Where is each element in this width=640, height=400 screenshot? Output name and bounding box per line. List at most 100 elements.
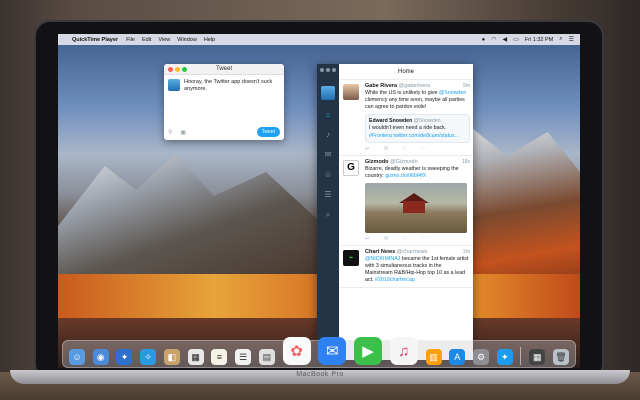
menu-help[interactable]: Help bbox=[204, 37, 215, 43]
window-controls bbox=[320, 68, 338, 72]
tweet-time: 9m bbox=[463, 83, 470, 89]
quoted-author: Edward Snowden @Snowden bbox=[369, 117, 441, 124]
calendar-icon[interactable]: ▦ bbox=[187, 349, 204, 365]
dock-separator bbox=[520, 347, 522, 365]
messages-icon[interactable]: ✉ bbox=[318, 337, 347, 365]
zoom-button[interactable] bbox=[332, 68, 336, 72]
reply-icon[interactable]: ↩ bbox=[365, 236, 370, 242]
minimize-button[interactable] bbox=[175, 66, 180, 72]
spotlight-icon[interactable]: ⌕ bbox=[559, 36, 562, 43]
tweet-avatar[interactable]: G bbox=[343, 160, 359, 177]
menu-app-name[interactable]: QuickTime Player bbox=[72, 37, 118, 43]
wifi-icon[interactable]: ◠ bbox=[491, 36, 496, 43]
tweet-text: Bizarre, deadly weather is sweeping the … bbox=[365, 166, 459, 180]
volume-icon[interactable]: ◀ bbox=[503, 36, 508, 43]
contacts-icon[interactable]: ◧ bbox=[163, 349, 180, 365]
menu-bar: QuickTime Player File Edit View Window H… bbox=[58, 34, 580, 45]
mention-link[interactable]: @NICKIMINAJ bbox=[365, 256, 400, 262]
like-icon[interactable]: ♡ bbox=[402, 146, 407, 152]
lists-icon[interactable]: ☰ bbox=[323, 190, 333, 200]
compose-footer: ⚲ ▣ Tweet bbox=[164, 127, 284, 137]
tweet-image[interactable] bbox=[365, 183, 467, 234]
quoted-link[interactable]: #Frontera twitter.com/de8cam/status... bbox=[369, 133, 466, 140]
location-icon[interactable]: ⚲ bbox=[168, 129, 172, 136]
messages-icon[interactable]: ✉ bbox=[323, 150, 333, 160]
account-avatar[interactable] bbox=[321, 86, 335, 100]
menu-file[interactable]: File bbox=[126, 37, 135, 43]
notifications-icon[interactable]: ♪ bbox=[323, 130, 333, 140]
tweet-time: 2m bbox=[463, 249, 470, 256]
tweet-item[interactable]: Gabe Rivera @gaberivera 9m While the US … bbox=[339, 80, 473, 157]
tweet-actions: ↩ ⟲ ♡ ⋯ bbox=[365, 236, 470, 242]
more-icon[interactable]: ⋯ bbox=[421, 236, 427, 242]
system-preferences-icon[interactable]: ⚙ bbox=[473, 349, 490, 365]
tweet-item[interactable]: ▪▪ Chart News @chartnews 2m @NICKIMINAJ … bbox=[339, 246, 473, 288]
trash-icon[interactable]: 🗑 bbox=[552, 349, 569, 365]
camera-icon[interactable]: ▣ bbox=[180, 129, 186, 136]
zoom-button[interactable] bbox=[182, 66, 187, 72]
photos-icon[interactable]: ✿ bbox=[282, 337, 311, 365]
wallpaper-mountain-left bbox=[58, 154, 318, 274]
tweet-author[interactable]: Gizmodo @Gizmodo bbox=[365, 159, 470, 165]
close-button[interactable] bbox=[320, 68, 324, 72]
battery-icon[interactable]: ▭ bbox=[513, 36, 519, 43]
menu-window[interactable]: Window bbox=[177, 37, 197, 43]
menu-clock[interactable]: Fri 1:32 PM bbox=[525, 37, 553, 43]
close-button[interactable] bbox=[168, 66, 173, 72]
photo-background: MacBook Pro QuickTime Player File Edit V… bbox=[0, 0, 640, 400]
laptop-model-label: MacBook Pro bbox=[296, 371, 344, 378]
menu-view[interactable]: View bbox=[158, 37, 170, 43]
retweet-icon[interactable]: ⟲ bbox=[384, 146, 389, 152]
tweet-time: 18s bbox=[461, 159, 470, 166]
retweet-icon[interactable]: ⟲ bbox=[384, 236, 389, 242]
tweet-actions: ↩ ⟲ ♡ ⋯ bbox=[365, 146, 470, 152]
compose-textarea[interactable]: Hooray, the Twitter app doesn't suck any… bbox=[184, 79, 272, 93]
hashtag-link[interactable]: #2019chartrecap bbox=[375, 277, 415, 283]
tweet-text: While the US is unlikely to give @Snowde… bbox=[365, 90, 467, 110]
twitter-main-window: ⌂ ♪ ✉ ☺ ☰ ⌕ ✎ Home Gabe Rivera @gaberive… bbox=[317, 64, 473, 360]
profile-icon[interactable]: ☺ bbox=[323, 170, 333, 180]
compose-titlebar[interactable]: Tweet bbox=[164, 64, 284, 75]
itunes-icon[interactable]: ♫ bbox=[389, 337, 418, 365]
menu-edit[interactable]: Edit bbox=[142, 37, 151, 43]
image-floodwater bbox=[365, 213, 467, 234]
home-icon[interactable]: ⌂ bbox=[323, 110, 333, 120]
tweet-compose-window: Tweet Hooray, the Twitter app doesn't su… bbox=[164, 64, 284, 140]
like-icon[interactable]: ♡ bbox=[402, 236, 407, 242]
facetime-icon[interactable]: ▶ bbox=[354, 337, 383, 365]
mention-link[interactable]: @Snowden bbox=[439, 90, 466, 96]
compose-avatar bbox=[168, 79, 180, 91]
menu-extras: ● ◠ ◀ ▭ Fri 1:32 PM ⌕ ☰ bbox=[482, 36, 574, 43]
notification-center-icon[interactable]: ☰ bbox=[569, 36, 574, 43]
url-link[interactable]: gizmo.do/iI6bf4fX bbox=[385, 173, 426, 179]
app-store-icon[interactable]: A bbox=[449, 349, 466, 365]
more-icon[interactable]: ⋯ bbox=[421, 146, 427, 152]
tweet-avatar[interactable] bbox=[343, 84, 359, 100]
home-timeline: Gabe Rivera @gaberivera 9m While the US … bbox=[339, 80, 473, 360]
tweet-author[interactable]: Chart News @chartnews bbox=[365, 249, 470, 255]
tweet-text: @NICKIMINAJ became the 1st female artist… bbox=[365, 256, 469, 283]
minimize-button[interactable] bbox=[326, 68, 330, 72]
safari-icon[interactable]: ✧ bbox=[140, 349, 157, 365]
compose-body: Hooray, the Twitter app doesn't suck any… bbox=[164, 75, 284, 97]
finder-icon[interactable]: ☺ bbox=[69, 349, 85, 365]
desktop-screen: QuickTime Player File Edit View Window H… bbox=[58, 34, 580, 368]
tweet-avatar[interactable]: ▪▪ bbox=[343, 250, 359, 267]
notes-icon[interactable]: ≡ bbox=[211, 349, 228, 365]
downloads-stack-icon[interactable]: ▦ bbox=[529, 349, 546, 365]
twitter-status-icon[interactable]: ● bbox=[482, 37, 486, 43]
reply-icon[interactable]: ↩ bbox=[365, 146, 370, 152]
siri-icon[interactable]: ◉ bbox=[92, 349, 109, 365]
timeline-header: Home bbox=[339, 64, 473, 80]
preview-icon[interactable]: ▤ bbox=[258, 349, 275, 365]
tweet-item[interactable]: G Gizmodo @Gizmodo 18s Bizarre, deadly w… bbox=[339, 156, 473, 247]
twitter-sidebar: ⌂ ♪ ✉ ☺ ☰ ⌕ ✎ bbox=[317, 64, 339, 360]
quoted-tweet[interactable]: Edward Snowden @Snowden I wouldn't even … bbox=[365, 113, 470, 144]
reminders-icon[interactable]: ☰ bbox=[235, 349, 252, 365]
search-icon[interactable]: ⌕ bbox=[323, 210, 333, 220]
ibooks-icon[interactable]: ▥ bbox=[425, 349, 442, 365]
twitter-app-icon[interactable]: ✦ bbox=[496, 349, 513, 365]
tweet-button[interactable]: Tweet bbox=[256, 127, 280, 137]
tweet-author[interactable]: Gabe Rivera @gaberivera bbox=[365, 83, 470, 89]
launchpad-icon[interactable]: ✦ bbox=[116, 349, 133, 365]
